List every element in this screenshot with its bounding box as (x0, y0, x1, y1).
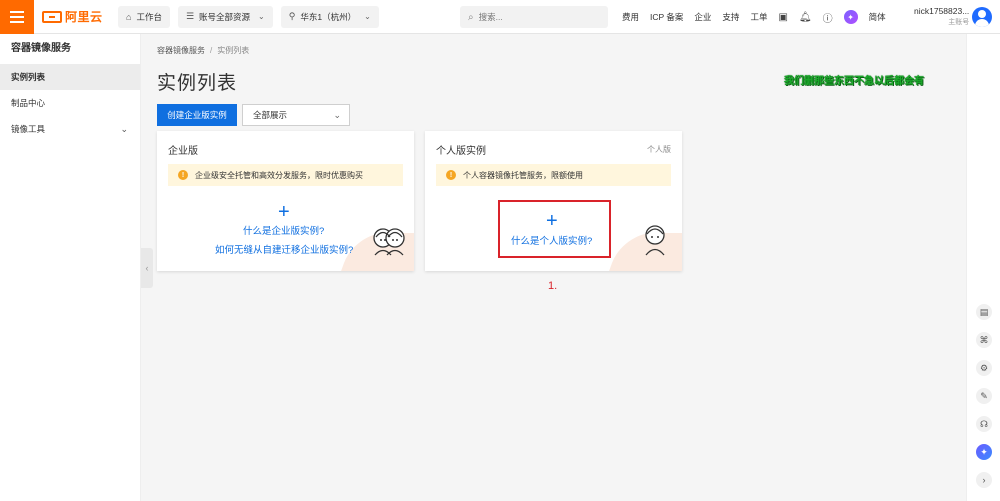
link-fees[interactable]: 费用 (622, 11, 639, 23)
highlight-box (498, 200, 611, 258)
link-ticket[interactable]: 工单 (750, 11, 767, 23)
aliyun-logo-icon (42, 10, 62, 23)
sidebar-item-instances[interactable]: 实例列表 (0, 64, 140, 90)
terminal-icon[interactable]: ▣ (778, 12, 787, 23)
notice-text: 企业级安全托管和高效分发服务，限时优惠购买 (195, 170, 363, 180)
user-role: 主账号 (948, 19, 970, 26)
edit-icon[interactable]: ✎ (976, 388, 992, 404)
sidebar-item-label: 实例列表 (11, 72, 46, 82)
step-label: 1. (548, 280, 558, 292)
breadcrumb-current: 实例列表 (217, 46, 250, 55)
region-label: 华东1（杭州） (300, 11, 357, 22)
location-pin-icon: ⚲ (288, 11, 296, 21)
corner-decoration (601, 233, 682, 271)
notice-banner: ! 个人容器镜像托管服务，限额使用 (436, 164, 671, 186)
language-switch[interactable]: 简体 (869, 11, 886, 23)
chevron-down-icon: ⌄ (364, 12, 371, 21)
card-title: 企业版 (168, 146, 198, 157)
warning-icon: ! (446, 170, 456, 180)
hamburger-menu-button[interactable] (0, 0, 34, 34)
resource-scope-label: 账号全部资源 (199, 11, 251, 22)
notice-banner: ! 企业级安全托管和高效分发服务，限时优惠购买 (168, 164, 403, 186)
workbench-button[interactable]: ⌂ 工作台 (118, 5, 170, 28)
headset-icon[interactable]: ☊ (976, 416, 992, 432)
ai-assistant-icon[interactable]: ✦ (976, 444, 992, 460)
bell-icon[interactable]: 🔔︎ (799, 12, 812, 23)
user-info[interactable]: nick1758823... 主账号 (914, 5, 969, 29)
chevron-down-icon: ⌄ (333, 110, 341, 120)
search-box[interactable]: ⌕ (460, 6, 608, 28)
link-icp[interactable]: ICP 备案 (650, 11, 683, 23)
mascot-pair-icon (373, 228, 405, 256)
sidebar: 容器镜像服务 实例列表 制品中心 镜像工具 ⌄ (0, 34, 141, 501)
logo[interactable]: 阿里云 (42, 8, 110, 25)
card-tag: 个人版 (647, 145, 671, 154)
warning-icon: ! (178, 170, 188, 180)
region-dropdown[interactable]: ⚲ 华东1（杭州） ⌄ (280, 5, 379, 28)
chevron-down-icon: ⌄ (120, 124, 128, 134)
filter-select-value: 全部展示 (253, 110, 288, 120)
home-icon: ⌂ (126, 11, 132, 22)
link-migrate-enterprise[interactable]: 如何无缝从自建迁移企业版实例? (215, 242, 353, 256)
workbench-label: 工作台 (136, 11, 162, 22)
search-icon: ⌕ (468, 11, 474, 23)
link-enterprise[interactable]: 企业 (694, 11, 711, 23)
gear-icon[interactable]: ⚙ (976, 360, 992, 376)
resource-scope-dropdown[interactable]: ☰ 账号全部资源 ⌄ (177, 5, 273, 28)
breadcrumb: 容器镜像服务 / 实例列表 (157, 45, 249, 56)
breadcrumb-root[interactable]: 容器镜像服务 (157, 46, 205, 55)
page-title: 实例列表 (157, 73, 238, 94)
hamburger-icon (10, 10, 24, 13)
create-enterprise-instance-button[interactable]: 创建企业版实例 (157, 104, 237, 126)
chevron-left-icon: ‹ (145, 263, 149, 273)
sidebar-item-image-tools[interactable]: 镜像工具 ⌄ (0, 116, 140, 142)
list-icon: ☰ (185, 11, 195, 21)
header-links: 费用 ICP 备案 企业 支持 工单 ▣ 🔔︎ ⓘ ✦ 简体 (622, 0, 886, 34)
document-icon[interactable]: ▤ (976, 304, 992, 320)
mascot-icon (645, 225, 665, 256)
add-enterprise-instance-icon[interactable]: + (278, 202, 290, 222)
avatar[interactable] (972, 7, 992, 27)
logo-text: 阿里云 (65, 10, 103, 24)
filter-select[interactable]: 全部展示 ⌄ (242, 104, 350, 126)
card-title: 个人版实例 (436, 146, 486, 157)
sidebar-collapse-handle[interactable]: ‹ (141, 248, 153, 288)
right-tool-rail: ▤ ⌘ ⚙ ✎ ☊ ✦ › (966, 34, 1000, 501)
chevron-right-icon[interactable]: › (976, 472, 992, 488)
sidebar-title: 容器镜像服务 (11, 43, 71, 54)
sparkle-icon[interactable]: ✦ (843, 10, 858, 24)
help-circle-icon[interactable]: ⓘ (823, 10, 833, 25)
chevron-down-icon: ⌄ (258, 12, 265, 21)
overlay-annotation: 我们删那些东西不急以后都会有 (784, 76, 924, 87)
user-name: nick1758823... (914, 6, 970, 16)
sidebar-item-artifacts[interactable]: 制品中心 (0, 90, 140, 116)
sidebar-item-label: 制品中心 (11, 98, 46, 108)
link-what-is-enterprise[interactable]: 什么是企业版实例? (243, 223, 324, 237)
link-support[interactable]: 支持 (722, 11, 739, 23)
search-input[interactable] (478, 12, 589, 22)
breadcrumb-separator: / (210, 46, 213, 55)
enterprise-card: 企业版 ! 企业级安全托管和高效分发服务，限时优惠购买 + 什么是企业版实例? … (157, 131, 414, 271)
code-icon[interactable]: ⌘ (976, 332, 992, 348)
notice-text: 个人容器镜像托管服务，限额使用 (463, 170, 583, 180)
sidebar-item-label: 镜像工具 (11, 124, 46, 134)
